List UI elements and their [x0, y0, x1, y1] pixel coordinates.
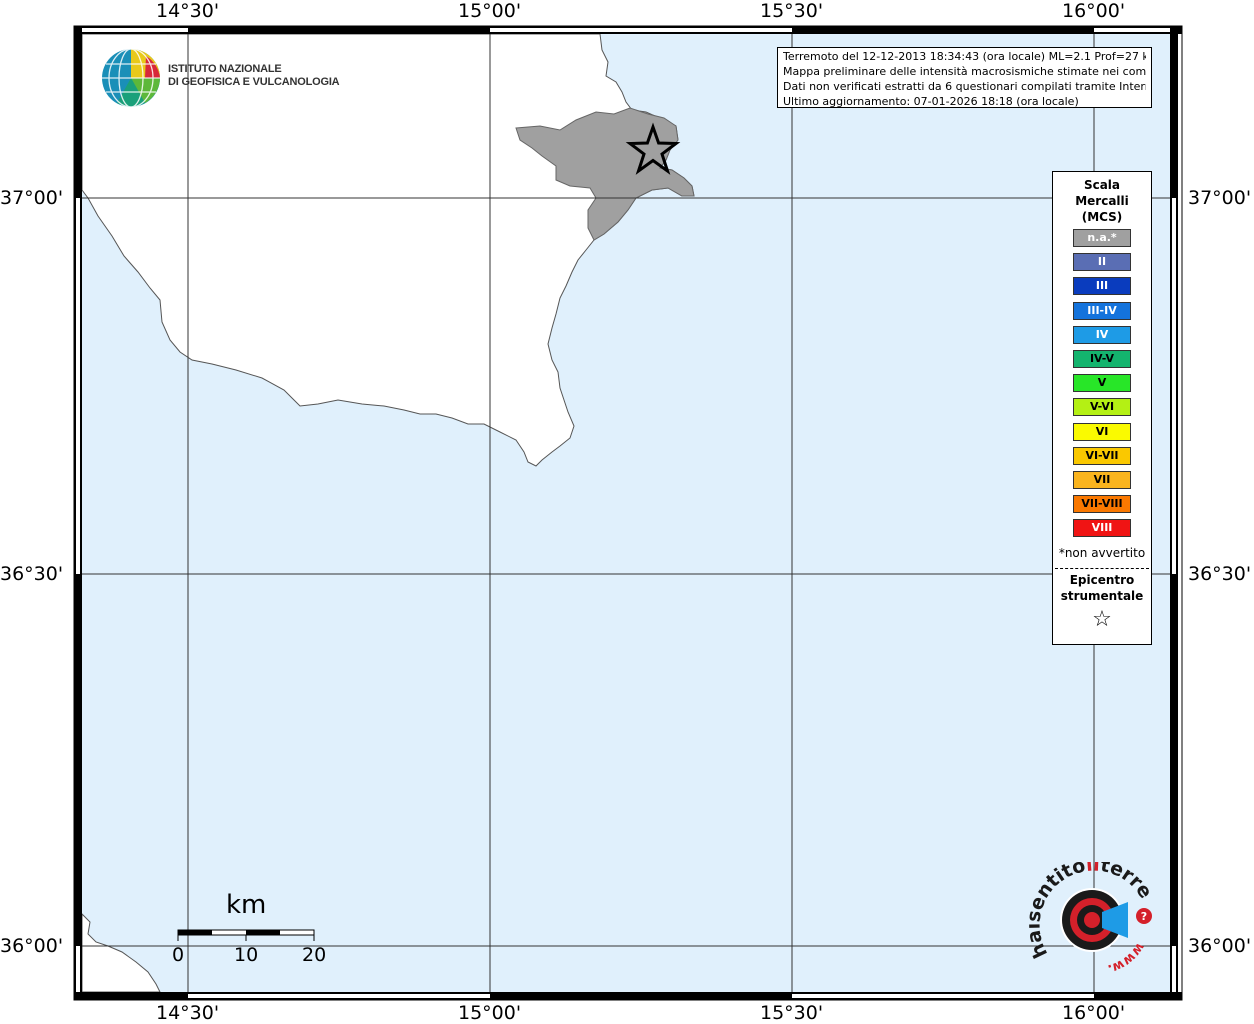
haisentito-logo: ? haisentitoilterremoto.it www.	[1028, 862, 1157, 972]
legend-epicenter-label: Epicentro strumentale	[1053, 572, 1151, 604]
legend-title-line: Scala	[1083, 178, 1121, 192]
ingv-globe-logo	[102, 48, 160, 108]
lon-label-bottom: 15°00'	[458, 1002, 522, 1024]
legend-item: VI-VII	[1073, 446, 1131, 465]
lat-label-left: 37°00'	[0, 187, 64, 209]
legend-item: n.a.*	[1073, 229, 1131, 247]
event-info-line: Mappa preliminare delle intensità macros…	[783, 65, 1146, 78]
mcs-legend: Scala Mercalli (MCS) *non avvertito Epic…	[1052, 171, 1152, 645]
legend-epicenter-line: Epicentro	[1069, 573, 1135, 587]
lat-label-right: 36°30'	[1188, 563, 1252, 585]
lat-label-left: 36°30'	[0, 563, 64, 585]
lon-label-bottom: 14°30'	[156, 1002, 220, 1024]
lat-label-left: 36°00'	[0, 935, 64, 957]
legend-item: VIII	[1073, 519, 1131, 538]
ingv-name-line1: ISTITUTO NAZIONALE	[168, 63, 282, 75]
legend-item: IV	[1073, 325, 1131, 344]
legend-item: III	[1073, 277, 1131, 296]
legend-item: II	[1073, 253, 1131, 272]
legend-divider	[1055, 568, 1149, 569]
legend-title-line: (MCS)	[1081, 210, 1123, 224]
lon-label-top: 16°00'	[1062, 0, 1126, 22]
lon-label-top: 15°00'	[458, 0, 522, 22]
legend-item: VII	[1073, 471, 1131, 489]
lon-label-bottom: 16°00'	[1062, 1002, 1126, 1024]
legend-item: VI	[1073, 422, 1131, 441]
legend-item: VII-VIII	[1073, 495, 1131, 514]
scale-tick-label: 0	[172, 944, 185, 966]
scale-tick-label: 20	[302, 944, 327, 966]
event-info-line: Ultimo aggiornamento: 07-01-2026 18:18 (…	[783, 95, 1079, 108]
legend-item: V-VI	[1073, 398, 1131, 417]
lon-label-top: 15°30'	[760, 0, 824, 22]
legend-epicenter-line: strumentale	[1060, 589, 1144, 603]
ingv-name: ISTITUTO NAZIONALE DI GEOFISICA E VULCAN…	[168, 63, 340, 89]
svg-text:?: ?	[1141, 910, 1147, 923]
scale-tick-label: 10	[234, 944, 259, 966]
legend-title-line: Mercalli	[1075, 194, 1129, 208]
event-info-line: Terremoto del 12-12-2013 18:34:43 (ora l…	[783, 50, 1146, 63]
lat-label-right: 36°00'	[1188, 935, 1252, 957]
legend-title: Scala Mercalli (MCS)	[1053, 177, 1151, 225]
ingv-name-line2: DI GEOFISICA E VULCANOLOGIA	[168, 76, 340, 88]
scale-unit: km	[226, 890, 267, 920]
legend-item: III-IV	[1073, 301, 1131, 320]
legend-item: V	[1073, 374, 1131, 393]
legend-star-icon: ☆	[1092, 607, 1112, 632]
legend-item: IV-V	[1073, 350, 1131, 368]
lon-label-top: 14°30'	[156, 0, 220, 22]
lat-label-right: 37°00'	[1188, 187, 1252, 209]
event-info-box: Terremoto del 12-12-2013 18:34:43 (ora l…	[777, 47, 1152, 108]
lon-label-bottom: 15°30'	[760, 1002, 824, 1024]
event-info-line: Dati non verificati estratti da 6 questi…	[783, 80, 1146, 93]
legend-note: *non avvertito	[1058, 546, 1146, 560]
